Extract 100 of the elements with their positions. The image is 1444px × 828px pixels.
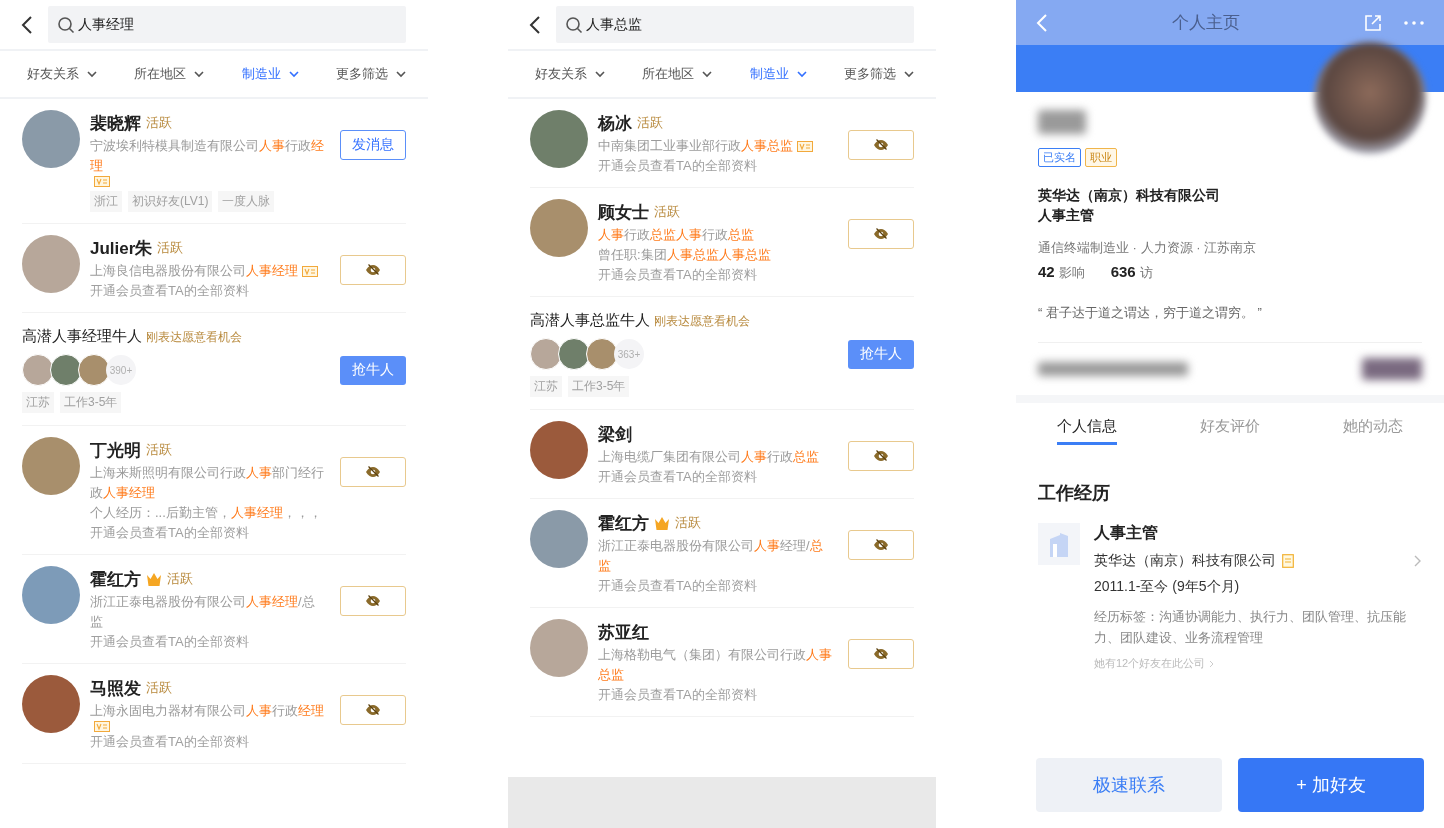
experience-title: 人事主管 bbox=[1094, 523, 1159, 543]
person-name[interactable]: 马照发 bbox=[90, 676, 141, 700]
chevron-down-icon bbox=[288, 70, 299, 78]
promo-title: 高潜人事总监牛人 bbox=[530, 311, 650, 328]
person-name[interactable]: Julier朱 bbox=[90, 236, 153, 260]
avatar-photo bbox=[22, 566, 80, 624]
job-title: 上海电缆厂集团有限公司人事行政总监 bbox=[598, 448, 819, 466]
activity-status: 活跃 bbox=[146, 679, 172, 697]
chevron-down-icon bbox=[595, 70, 605, 78]
hide-contact-button[interactable] bbox=[848, 530, 914, 560]
job-verified-badge: 职业 bbox=[1085, 148, 1117, 167]
profile-meta: 通信终端制造业 · 人力资源 · 江苏南京 bbox=[1038, 239, 1258, 257]
avatar-photo bbox=[530, 110, 588, 168]
person-name[interactable]: 裴晓辉 bbox=[90, 111, 141, 135]
candidate-count: 363+ bbox=[614, 339, 644, 369]
section-title: 工作经历 bbox=[1037, 482, 1111, 505]
member-hint: 开通会员查看TA的全部资料 bbox=[598, 266, 758, 284]
avatar-photo bbox=[50, 354, 82, 386]
hide-contact-button[interactable] bbox=[340, 695, 406, 725]
member-hint: 开通会员查看TA的全部资料 bbox=[90, 282, 250, 300]
promo-subtitle: 刚表达愿意看机会 bbox=[654, 314, 750, 328]
member-hint: 开通会员查看TA的全部资料 bbox=[598, 577, 758, 595]
blurred-name bbox=[1038, 110, 1086, 134]
job-title: 宁波埃利特模具制造有限公司人事行政经理 bbox=[90, 137, 325, 175]
profile-stat: 636 访 bbox=[1110, 263, 1153, 282]
promo-title: 高潜人事经理牛人 bbox=[22, 327, 142, 344]
person-name[interactable]: 顾女士 bbox=[598, 200, 649, 224]
chevron-down-icon bbox=[396, 70, 406, 78]
promo-subtitle: 刚表达愿意看机会 bbox=[146, 330, 242, 344]
profile-stat: 42 影响 bbox=[1038, 263, 1085, 282]
back-icon[interactable] bbox=[528, 14, 542, 35]
back-icon[interactable] bbox=[20, 14, 34, 35]
avatar-photo bbox=[530, 338, 562, 370]
add-friend-button[interactable]: + 加好友 bbox=[1238, 758, 1424, 812]
hide-contact-button[interactable] bbox=[848, 130, 914, 160]
avatar-photo bbox=[78, 354, 110, 386]
filter-dropdown[interactable]: 所在地区 bbox=[134, 65, 205, 83]
job-title: 中南集团工业事业部行政人事总监 bbox=[598, 137, 793, 155]
filter-dropdown[interactable]: 制造业 bbox=[241, 65, 299, 83]
filter-dropdown[interactable]: 好友关系 bbox=[535, 65, 605, 83]
activity-status: 活跃 bbox=[157, 239, 184, 257]
experience-period: 2011.1-至今 (9年5个月) bbox=[1094, 578, 1241, 596]
hide-contact-button[interactable] bbox=[340, 457, 406, 487]
search-field[interactable]: 人事经理 bbox=[48, 6, 406, 43]
company-name: 英华达（南京）科技有限公司 bbox=[1038, 187, 1221, 205]
person-name[interactable]: 梁剑 bbox=[598, 422, 632, 446]
building-icon bbox=[1038, 523, 1080, 565]
activity-status: 活跃 bbox=[146, 114, 172, 132]
job-title: 人事行政总监人事行政总监 bbox=[598, 226, 754, 244]
chevron-down-icon bbox=[702, 70, 713, 78]
search-field[interactable]: 人事总监 bbox=[556, 6, 914, 43]
chevron-right-icon bbox=[1209, 659, 1215, 668]
hide-contact-button[interactable] bbox=[848, 639, 914, 669]
profile-quote: “ 君子达于道之谓达，穷于道之谓穷。 ” bbox=[1038, 304, 1422, 343]
experience-tags: 经历标签：沟通协调能力、执行力、团队管理、抗压能力、团队建设、业务流程管理 bbox=[1094, 606, 1422, 648]
member-hint: 开通会员查看TA的全部资料 bbox=[90, 633, 250, 651]
activity-status: 活跃 bbox=[675, 514, 701, 532]
filter-dropdown[interactable]: 更多筛选 bbox=[844, 65, 914, 83]
chevron-down-icon bbox=[87, 70, 97, 78]
person-name[interactable]: 杨冰 bbox=[598, 111, 632, 135]
person-name[interactable]: 苏亚红 bbox=[598, 620, 649, 644]
activity-status: 活跃 bbox=[637, 114, 663, 132]
hide-contact-button[interactable] bbox=[340, 255, 406, 285]
profile-tab[interactable]: 个人信息 bbox=[1057, 411, 1118, 445]
person-name[interactable]: 丁光明 bbox=[90, 438, 141, 462]
search-icon bbox=[565, 16, 583, 34]
filter-dropdown[interactable]: 好友关系 bbox=[27, 65, 97, 83]
tag: 工作3-5年 bbox=[568, 376, 630, 397]
tag: 江苏 bbox=[530, 376, 562, 397]
chevron-down-icon bbox=[796, 70, 807, 78]
eye-off-icon bbox=[365, 264, 381, 276]
avatar-photo bbox=[530, 421, 588, 479]
job-title: 上海来斯照明有限公司行政人事部门经行政人事经理 bbox=[90, 464, 325, 502]
avatar-photo bbox=[586, 338, 618, 370]
filter-dropdown[interactable]: 所在地区 bbox=[642, 65, 713, 83]
person-name[interactable]: 霍红方 bbox=[90, 567, 141, 591]
member-hint: 开通会员查看TA的全部资料 bbox=[598, 686, 758, 704]
eye-off-icon bbox=[365, 466, 381, 478]
candidate-count: 390+ bbox=[106, 355, 136, 385]
eye-off-icon bbox=[365, 595, 381, 607]
hide-contact-button[interactable] bbox=[848, 441, 914, 471]
avatar-photo bbox=[530, 199, 588, 257]
hide-contact-button[interactable] bbox=[848, 219, 914, 249]
member-hint: 开通会员查看TA的全部资料 bbox=[598, 157, 758, 175]
chevron-down-icon bbox=[194, 70, 205, 78]
experience-company[interactable]: 英华达（南京）科技有限公司 bbox=[1094, 552, 1276, 570]
job-title: 上海永固电力器材有限公司人事行政经理 bbox=[90, 702, 324, 720]
page-title: 个人主页 bbox=[1171, 12, 1241, 34]
person-name[interactable]: 霍红方 bbox=[598, 511, 649, 535]
avatar-photo bbox=[558, 338, 590, 370]
tag: 一度人脉 bbox=[218, 191, 275, 212]
hide-contact-button[interactable] bbox=[340, 586, 406, 616]
message-button[interactable]: 发消息 bbox=[340, 130, 406, 160]
avatar-photo bbox=[22, 675, 80, 733]
search-icon bbox=[57, 16, 75, 34]
eye-off-icon bbox=[873, 450, 889, 462]
filter-dropdown[interactable]: 制造业 bbox=[749, 65, 807, 83]
filter-dropdown[interactable]: 更多筛选 bbox=[336, 65, 406, 83]
activity-status: 活跃 bbox=[654, 203, 680, 221]
job-title: 上海格勒电气（集团）有限公司行政人事总监 bbox=[598, 646, 833, 684]
